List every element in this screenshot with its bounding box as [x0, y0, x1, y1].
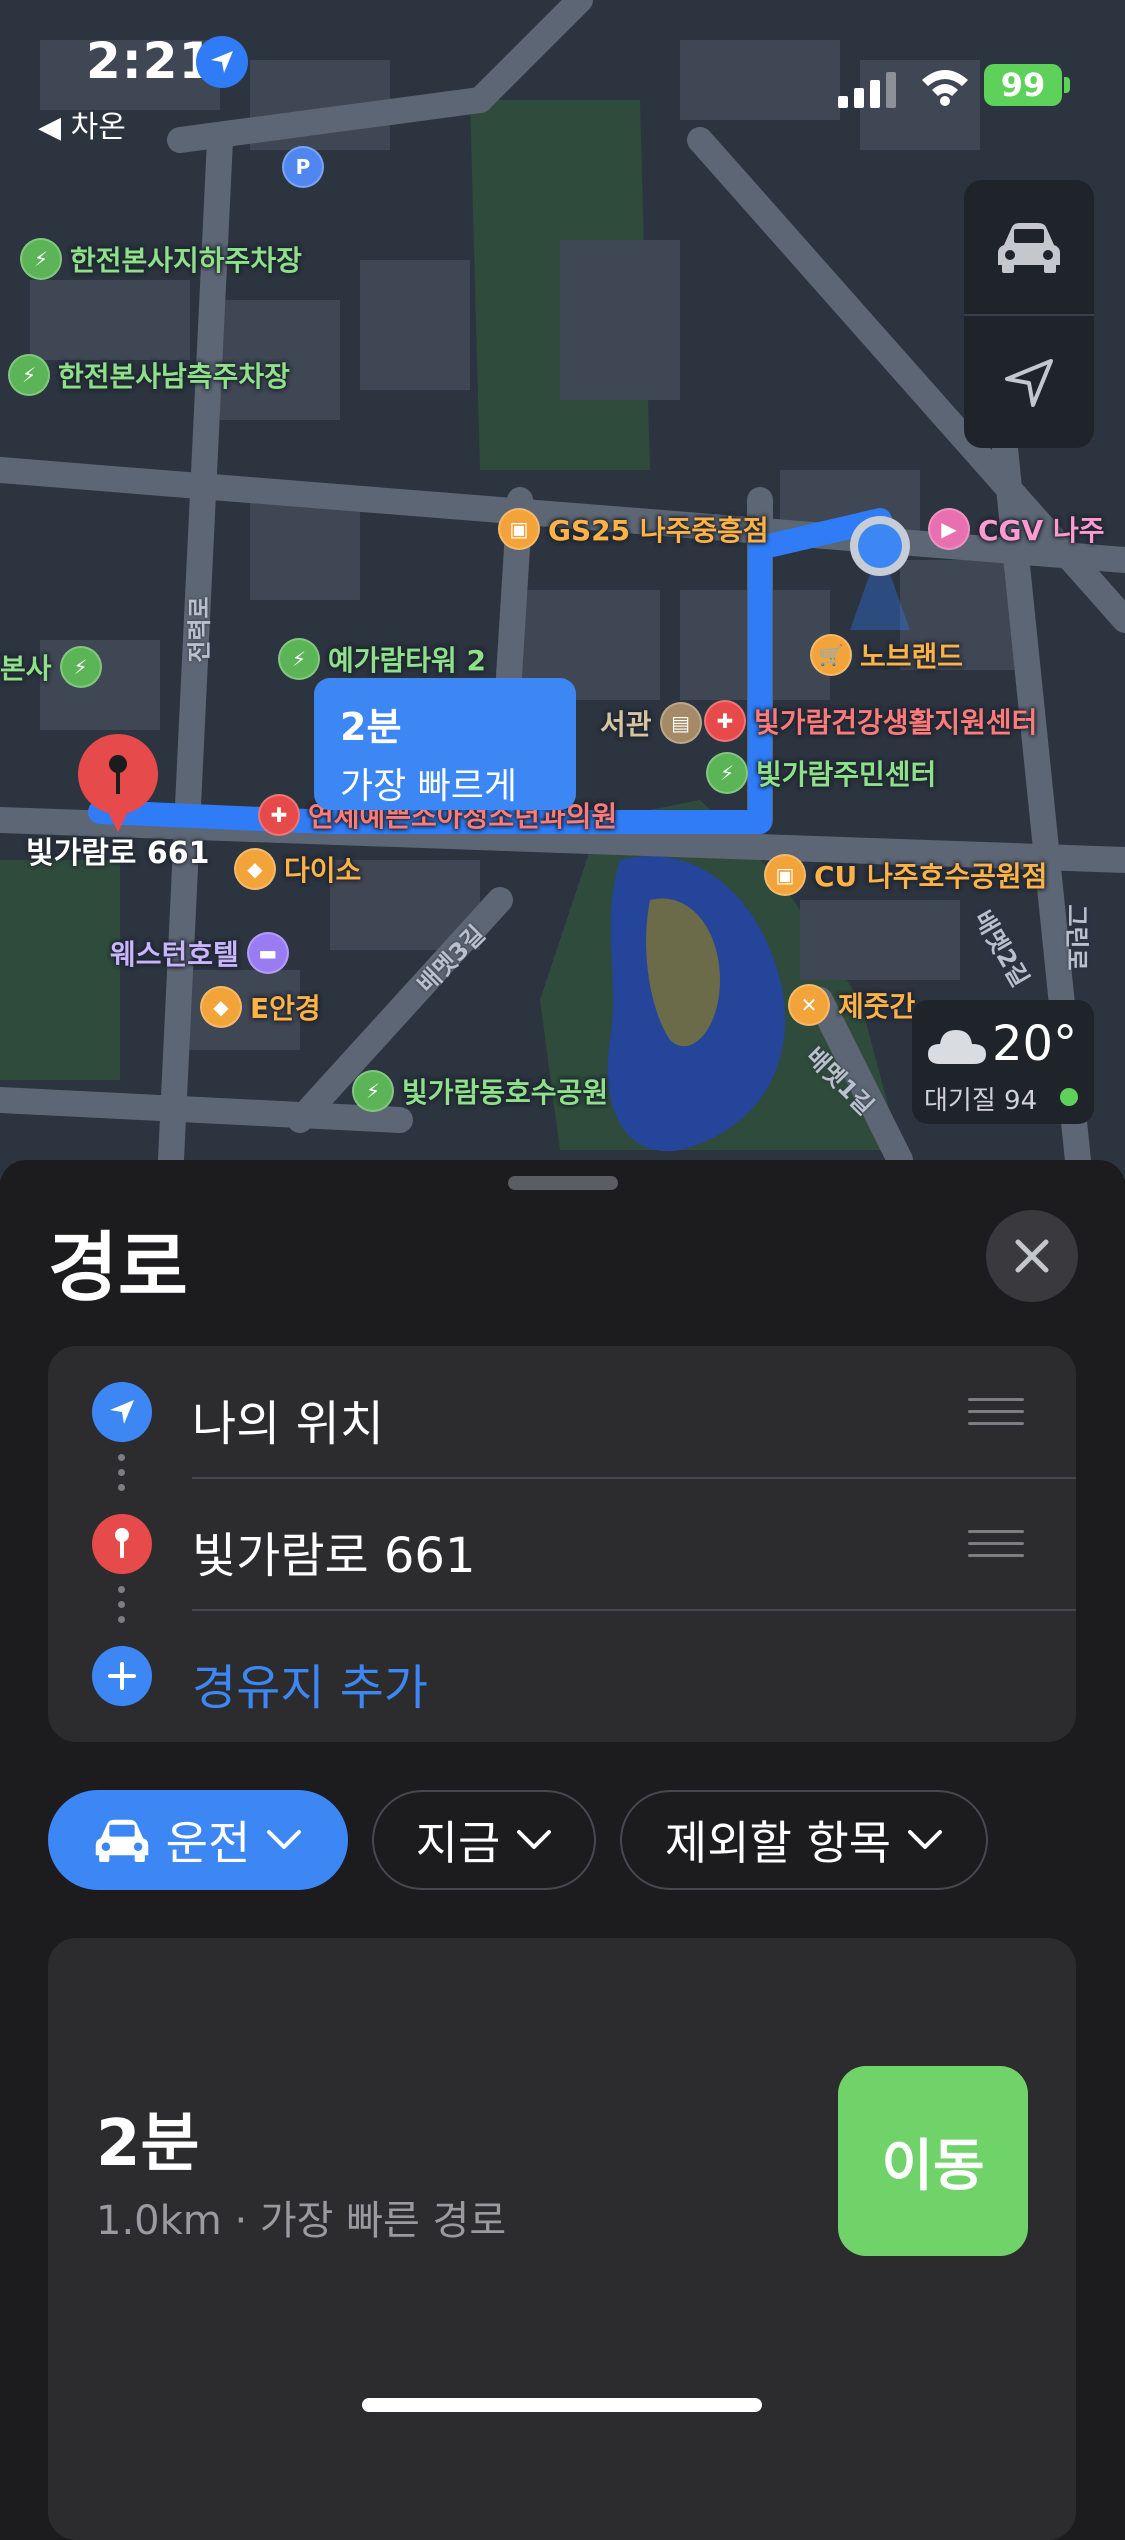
- waypoint-destination[interactable]: 빛가람로 661: [48, 1478, 1076, 1610]
- hotel-icon: ▬: [246, 932, 289, 974]
- destination-marker[interactable]: [76, 732, 160, 840]
- destination-label: 빛가람로 661: [26, 836, 210, 871]
- reorder-handle-icon[interactable]: [968, 1398, 1024, 1434]
- route-duration: 2분: [96, 2107, 200, 2181]
- poi-marker[interactable]: ▣ CU 나주호수공원점: [764, 854, 1047, 896]
- shopping-cart-icon: 🛒: [810, 634, 852, 676]
- go-button[interactable]: 이동: [838, 2066, 1028, 2256]
- track-location-button[interactable]: [964, 316, 1094, 450]
- ev-charger-icon: ⚡: [278, 638, 320, 680]
- sheet-grabber[interactable]: [508, 1176, 618, 1190]
- ev-charger-icon: ⚡: [352, 1070, 394, 1112]
- departure-time-chip[interactable]: 지금: [372, 1790, 596, 1890]
- departure-time-label: 지금: [415, 1816, 501, 1870]
- cinema-icon: ▶: [928, 508, 970, 550]
- poi-marker[interactable]: ⚡ 한전본사지하주차장: [20, 238, 302, 280]
- location-arrow-icon: [92, 1382, 152, 1442]
- poi-marker[interactable]: ◆ 다이소: [234, 848, 361, 890]
- callout-tag: 가장 빠르게: [340, 766, 518, 807]
- map-view[interactable]: P ⚡ 한전본사지하주차장 ⚡ 한전본사남측주차장 ▣ GS25 나주중흥점 ▶ CGV…: [0, 0, 1125, 1180]
- poi-marker[interactable]: ⚡ 빛가람주민센터: [706, 752, 936, 794]
- poi-marker[interactable]: ⚡ 한전본사남측주차장: [8, 354, 290, 396]
- chevron-down-icon: [517, 1830, 552, 1849]
- car-icon: [998, 223, 1060, 273]
- chevron-down-icon: [267, 1830, 302, 1849]
- home-indicator[interactable]: [362, 2398, 762, 2412]
- close-icon: [1015, 1239, 1049, 1273]
- map-pin-icon: [78, 734, 158, 832]
- road-label: 그린로: [1062, 904, 1091, 971]
- restaurant-icon: ✕: [788, 984, 830, 1026]
- callout-duration: 2분: [340, 705, 402, 749]
- ev-charger-icon: ⚡: [20, 238, 62, 280]
- directions-sheet: 경로 나의 위치 빛가람로 661 경유지 추가 운전 지금 제외할 항목 2분…: [0, 1160, 1125, 2540]
- poi-marker[interactable]: 🛒 노브랜드: [810, 634, 963, 676]
- poi-marker[interactable]: 웨스턴호텔 ▬: [110, 932, 289, 974]
- add-stop-row[interactable]: 경유지 추가: [48, 1610, 1076, 1742]
- library-icon: ▤: [659, 702, 702, 744]
- poi-marker[interactable]: ◆ E안경: [200, 986, 321, 1028]
- add-stop-label: 경유지 추가: [192, 1660, 429, 1716]
- parking-poi[interactable]: P: [282, 146, 324, 188]
- poi-marker[interactable]: ✚ 빛가람건강생활지원센터: [704, 700, 1037, 742]
- close-button[interactable]: [986, 1210, 1078, 1302]
- avoid-options-label: 제외할 항목: [664, 1816, 892, 1870]
- battery-indicator: 99: [984, 64, 1062, 106]
- waypoint-label: 나의 위치: [192, 1396, 384, 1452]
- shopping-bag-icon: ◆: [200, 986, 242, 1028]
- ev-charger-icon: ⚡: [706, 752, 748, 794]
- air-quality-indicator: [1060, 1088, 1078, 1106]
- convenience-store-icon: ▣: [498, 508, 540, 550]
- poi-marker[interactable]: ▣ GS25 나주중흥점: [498, 508, 769, 550]
- cloud-icon: [928, 1030, 986, 1064]
- poi-marker[interactable]: ▶ CGV 나주: [928, 508, 1104, 550]
- hospital-icon: ✚: [704, 700, 746, 742]
- weather-widget[interactable]: 20° 대기질 94: [912, 1000, 1094, 1124]
- waypoint-list: 나의 위치 빛가람로 661 경유지 추가: [48, 1346, 1076, 1742]
- road-label: 전력로: [185, 596, 214, 663]
- air-quality: 대기질 94: [924, 1086, 1038, 1116]
- chevron-down-icon: [908, 1830, 943, 1849]
- map-mode-button[interactable]: [964, 180, 1094, 314]
- sheet-title: 경로: [48, 1223, 188, 1312]
- map-controls: [964, 180, 1094, 448]
- shopping-bag-icon: ◆: [234, 848, 276, 890]
- convenience-store-icon: ▣: [764, 854, 806, 896]
- poi-marker[interactable]: ⚡ 예가람타워 2: [278, 638, 486, 680]
- transport-mode-chip[interactable]: 운전: [48, 1790, 348, 1890]
- hospital-icon: ✚: [258, 794, 300, 836]
- wifi-icon: [922, 70, 968, 106]
- poi-marker[interactable]: 본사 ⚡: [0, 646, 102, 688]
- car-icon: [95, 1819, 148, 1862]
- location-services-icon: [196, 36, 248, 88]
- plus-icon: [92, 1646, 152, 1706]
- waypoint-origin[interactable]: 나의 위치: [48, 1346, 1076, 1478]
- avoid-options-chip[interactable]: 제외할 항목: [620, 1790, 988, 1890]
- waypoint-label: 빛가람로 661: [192, 1528, 476, 1584]
- poi-marker[interactable]: ⚡ 빛가람동호수공원: [352, 1070, 608, 1112]
- transport-mode-label: 운전: [165, 1816, 251, 1870]
- ev-charger-icon: ⚡: [59, 646, 102, 688]
- temperature: 20°: [992, 1016, 1078, 1072]
- location-arrow-icon: [1005, 359, 1053, 407]
- poi-marker[interactable]: ✕ 제줏간: [788, 984, 915, 1026]
- reorder-handle-icon[interactable]: [968, 1530, 1024, 1566]
- poi-marker[interactable]: 서관 ▤: [600, 702, 702, 744]
- cellular-signal-icon: [838, 72, 896, 108]
- battery-cap: [1064, 77, 1070, 93]
- route-option-card[interactable]: 2분 1.0km · 가장 빠른 경로 이동: [48, 1938, 1076, 2540]
- route-callout[interactable]: 2분 가장 빠르게: [314, 678, 576, 810]
- back-to-app-link[interactable]: ◀ 차온: [38, 102, 126, 146]
- map-pin-icon: [92, 1514, 152, 1574]
- parking-icon: P: [282, 146, 324, 188]
- status-bar: 2:21 ◀ 차온 99: [0, 0, 1125, 150]
- route-details: 1.0km · 가장 빠른 경로: [96, 2198, 507, 2244]
- ev-charger-icon: ⚡: [8, 354, 50, 396]
